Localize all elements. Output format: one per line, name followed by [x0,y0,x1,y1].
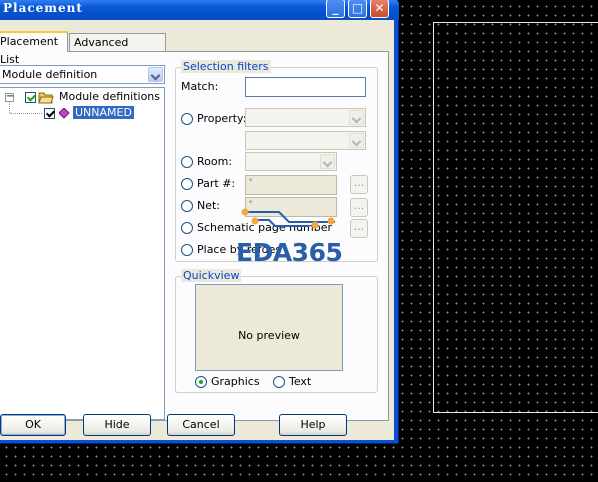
ok-button[interactable]: OK [0,414,66,436]
schematic-radio[interactable] [181,222,193,234]
watermark-text: EDA365 [236,238,343,267]
property-value-dropdown[interactable] [245,131,366,150]
match-label: Match: [181,80,219,93]
button-label: Help [300,418,326,431]
net-radio[interactable] [181,200,193,212]
browse-label: ... [353,220,365,233]
schematic-browse-button[interactable]: ... [350,219,368,238]
graphics-label: Graphics [211,375,260,388]
match-input[interactable] [245,77,366,97]
text-radio[interactable] [273,376,285,388]
room-dropdown[interactable] [245,152,337,171]
dropdown-value: Module definition [2,68,98,81]
window-title: Placement [3,1,83,15]
property-label: Property: [197,112,247,125]
module-tree[interactable]: − Module definitions UNNAMED [0,87,165,420]
tree-node-label: UNNAMED [72,105,135,120]
room-label: Room: [197,155,233,168]
title-bar[interactable]: Placement _ □ ✕ [0,0,399,20]
part-label: Part #: [197,177,236,190]
browse-label: ... [353,199,365,212]
placement-dialog: Placement _ □ ✕ Placement List Advanced … [0,0,399,444]
group-title: Quickview [181,269,242,282]
group-title: Selection filters [181,60,271,73]
chevron-down-icon[interactable] [349,110,364,125]
property-dropdown[interactable] [245,108,366,127]
expander-glyph: − [6,91,15,102]
net-browse-button[interactable]: ... [350,198,368,217]
chevron-down-icon[interactable] [349,133,364,148]
button-label: OK [25,418,41,431]
module-icon [59,108,70,119]
tab-placement-list[interactable]: Placement List [0,31,68,66]
place-by-refdes-radio[interactable] [181,244,193,256]
room-radio[interactable] [181,156,193,168]
tree-node-unnamed[interactable]: UNNAMED [0,102,162,120]
help-button[interactable]: Help [279,414,347,436]
button-label: Cancel [182,418,220,431]
tree-checkbox[interactable] [44,108,55,119]
no-preview-text: No preview [238,329,300,342]
chevron-down-icon[interactable] [320,154,335,169]
close-icon: ✕ [374,1,385,15]
net-placeholder: * [249,199,253,207]
net-label: Net: [197,199,221,212]
minimize-button[interactable]: _ [326,0,345,18]
graphics-radio[interactable] [195,376,207,388]
tree-node-module-definitions[interactable]: − Module definitions [0,90,162,104]
tree-line [9,102,11,113]
part-placeholder: * [249,177,253,185]
browse-label: ... [353,176,365,189]
quickview-preview: No preview [195,284,343,371]
tab-advanced-settings[interactable]: Advanced Settings [69,33,166,67]
maximize-icon: □ [351,1,364,15]
watermark-logo-icon [241,208,335,229]
collapse-icon[interactable]: − [5,91,15,102]
board-outline [433,22,598,413]
cancel-button[interactable]: Cancel [167,414,235,436]
chevron-down-icon[interactable] [148,67,163,82]
folder-icon [38,92,54,104]
dialog-client: Placement List Advanced Settings Module … [0,20,394,440]
module-filter-dropdown[interactable]: Module definition [0,65,165,84]
part-input[interactable]: * [245,175,337,195]
tree-line [10,113,42,115]
maximize-button[interactable]: □ [348,0,367,18]
tree-checkbox[interactable] [25,92,36,103]
part-radio[interactable] [181,178,193,190]
property-radio[interactable] [181,113,193,125]
button-label: Hide [104,418,130,431]
tree-node-label: Module definitions [59,90,161,103]
hide-button[interactable]: Hide [83,414,151,436]
text-label: Text [289,375,312,388]
part-browse-button[interactable]: ... [350,175,368,194]
close-button[interactable]: ✕ [370,0,389,18]
minimize-icon: _ [332,1,339,15]
